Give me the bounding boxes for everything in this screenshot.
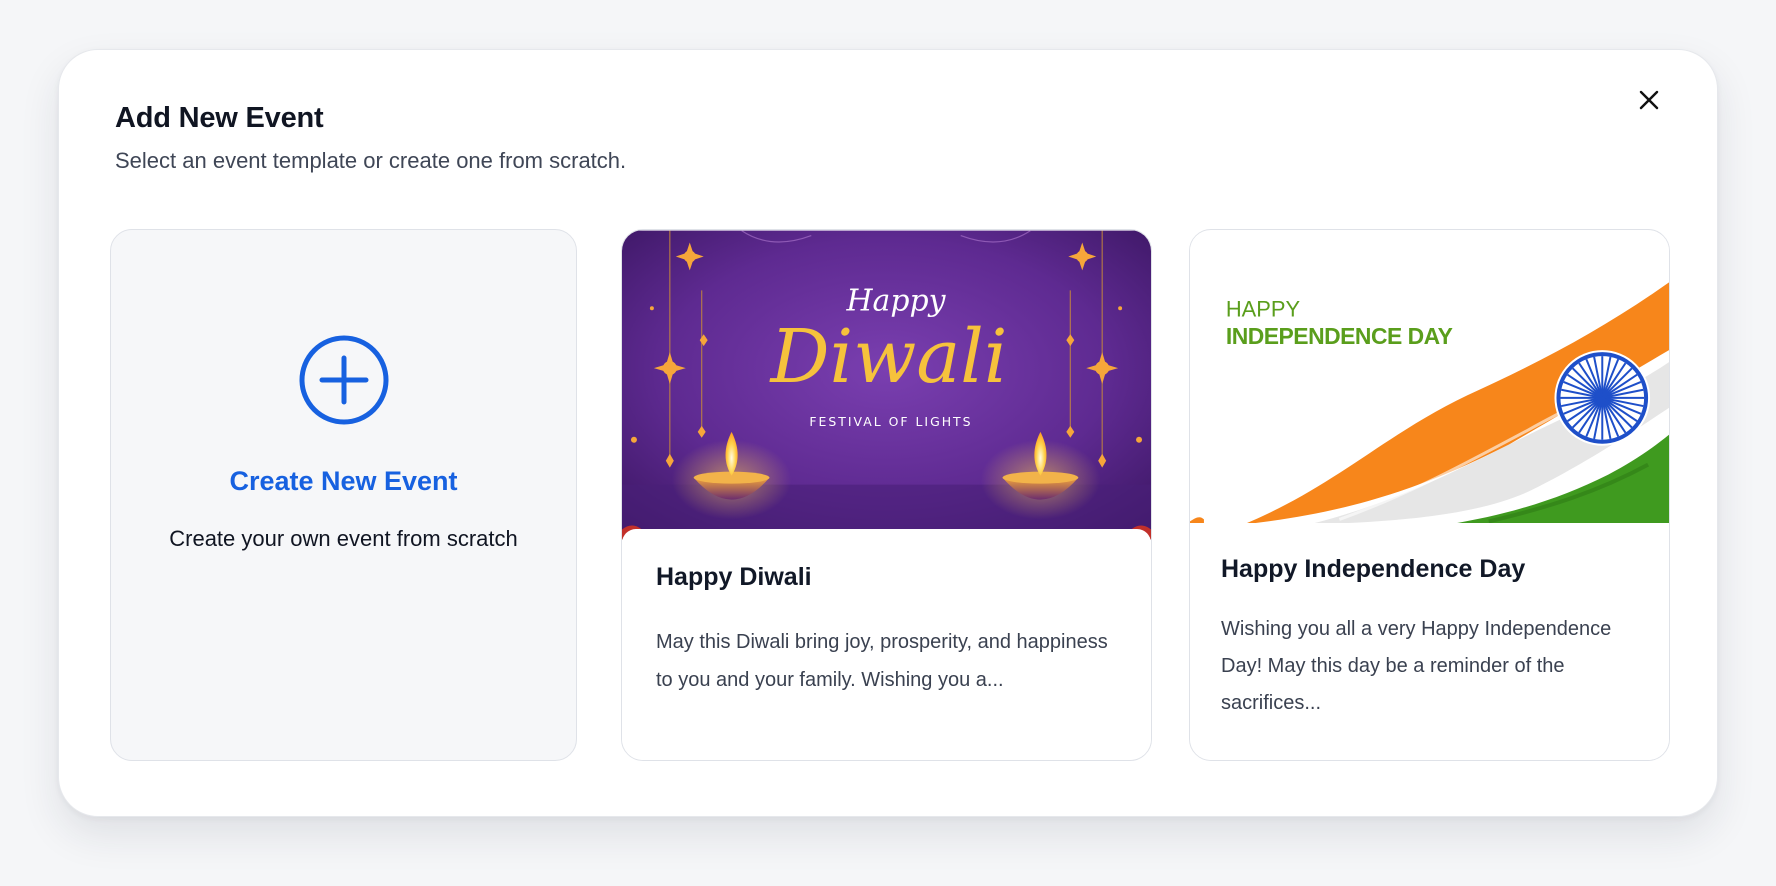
- diwali-image-tagline: FESTIVAL OF LIGHTS: [809, 414, 972, 429]
- template-card-independence-day[interactable]: HAPPY INDEPENDENCE DAY Happy Independenc…: [1189, 229, 1670, 761]
- diwali-image-heading-small: Happy: [845, 283, 946, 318]
- diwali-banner-image: Happy Diwali FESTIVAL OF LIGHTS: [622, 230, 1151, 540]
- close-icon: [1639, 90, 1659, 110]
- independence-image-line1: HAPPY: [1226, 296, 1301, 321]
- independence-card-body: Happy Independence Day Wishing you all a…: [1190, 523, 1669, 760]
- template-description: May this Diwali bring joy, prosperity, a…: [656, 631, 1108, 691]
- independence-day-banner-image: HAPPY INDEPENDENCE DAY: [1190, 230, 1669, 525]
- template-card-diwali[interactable]: Happy Diwali FESTIVAL OF LIGHTS Happy Di…: [621, 229, 1152, 761]
- plus-circle-icon: [299, 335, 388, 425]
- diwali-image-heading-large: Diwali: [769, 315, 1008, 400]
- template-description: Wishing you all a very Happy Independenc…: [1221, 618, 1612, 714]
- create-new-event-title: Create New Event: [229, 466, 458, 496]
- create-new-event-card[interactable]: Create New Event Create your own event f…: [110, 229, 577, 761]
- close-button[interactable]: [1629, 80, 1669, 120]
- add-event-modal: Add New Event Select an event template o…: [58, 49, 1718, 817]
- template-title: Happy Independence Day: [1221, 555, 1526, 583]
- create-new-event-description: Create your own event from scratch: [169, 526, 518, 551]
- template-title: Happy Diwali: [656, 563, 812, 591]
- diwali-card-body: Happy Diwali May this Diwali bring joy, …: [622, 529, 1151, 760]
- independence-image-line2: INDEPENDENCE DAY: [1226, 323, 1453, 349]
- modal-title: Add New Event: [115, 102, 324, 134]
- modal-subtitle: Select an event template or create one f…: [115, 148, 627, 173]
